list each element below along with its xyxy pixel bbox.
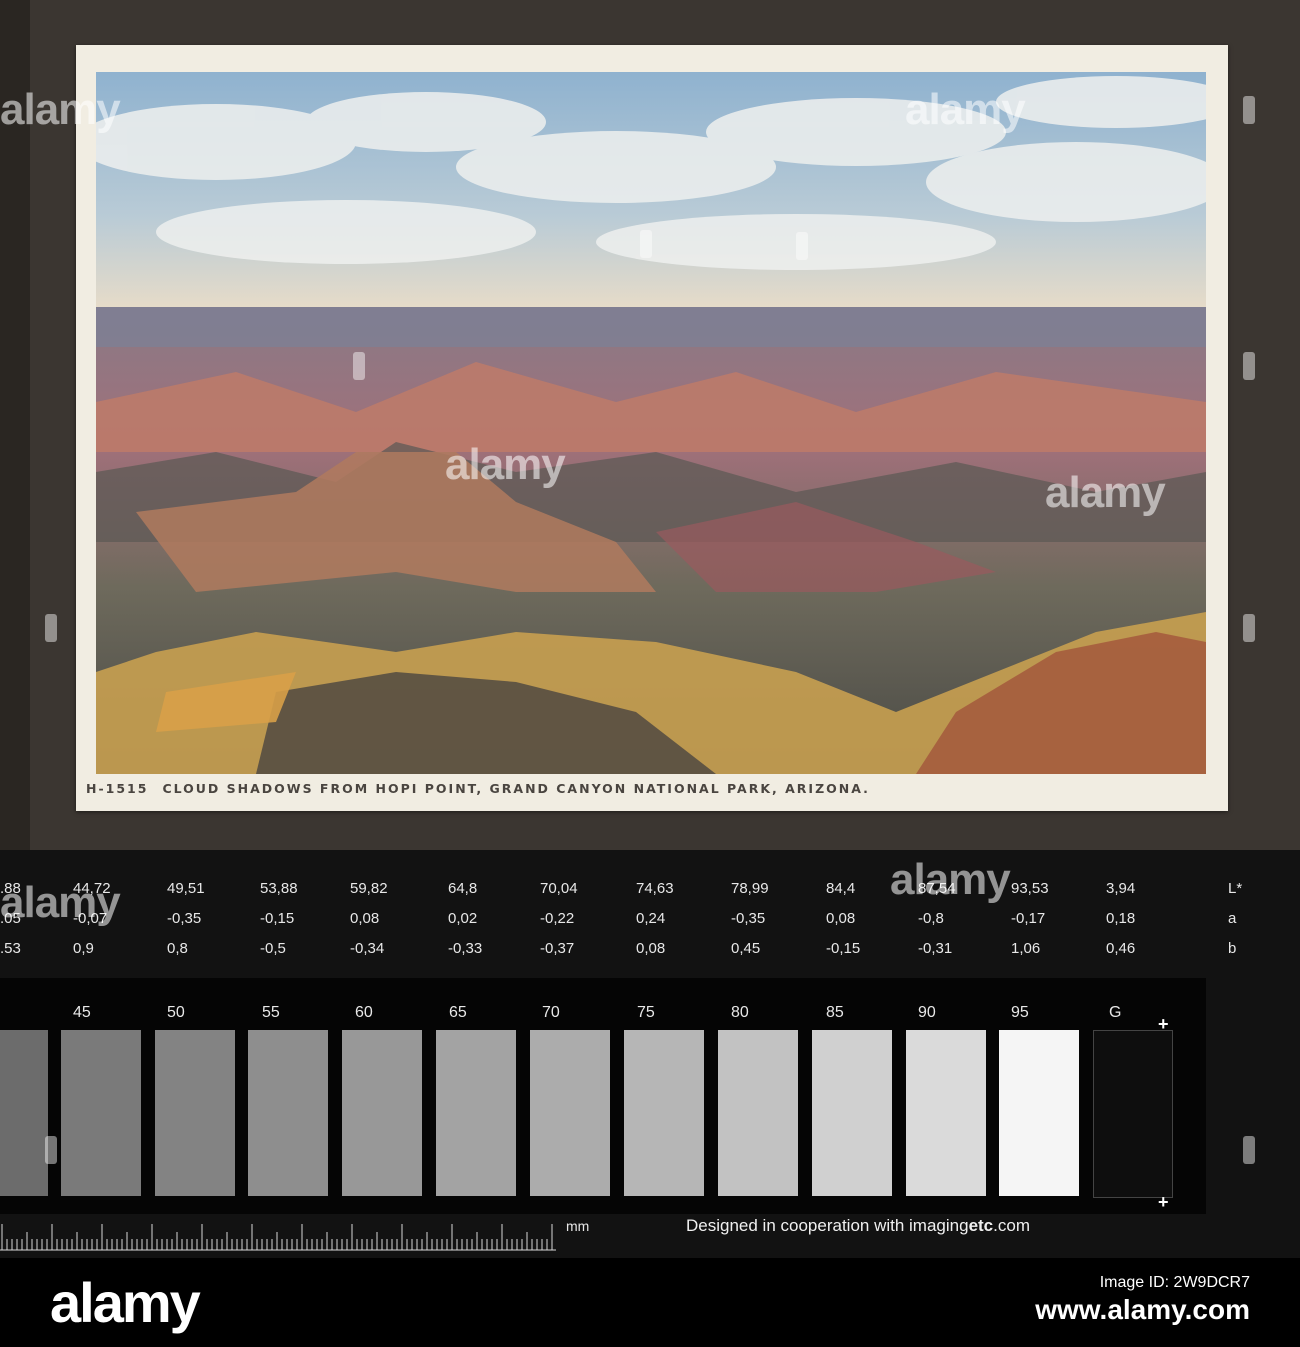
watermark-mark bbox=[1243, 96, 1255, 124]
lab-value: 0,8 bbox=[167, 940, 188, 957]
album-page: H-1515 CLOUD SHADOWS FROM HOPI POINT, GRA… bbox=[0, 0, 1300, 850]
lab-row-label: b bbox=[1228, 940, 1237, 957]
lab-value: 0,08 bbox=[636, 940, 666, 957]
lab-value: .53 bbox=[0, 940, 21, 957]
watermark-text: alamy bbox=[445, 440, 566, 489]
scale-label: 55 bbox=[262, 1004, 280, 1021]
gray-patch bbox=[812, 1030, 892, 1196]
image-id-block: Image ID: 2W9DCR7 www.alamy.com bbox=[930, 1274, 1250, 1326]
lab-row-b: .53 0,9 0,8 -0,5 -0,34 -0,33 -0,37 0,08 0,45 -0,1… bbox=[0, 940, 1300, 964]
postcard-caption: H-1515 CLOUD SHADOWS FROM HOPI POINT, GRA… bbox=[86, 781, 1216, 796]
gray-patch bbox=[624, 1030, 704, 1196]
lab-value: 1,06 bbox=[1011, 940, 1041, 957]
lab-value: 93,53 bbox=[1011, 880, 1049, 897]
credit-bold: etc bbox=[968, 1216, 994, 1235]
watermark-mark bbox=[353, 352, 365, 380]
lab-row-a: .05 -0,07 -0,35 -0,15 0,08 0,02 -0,22 0,24 -0,35… bbox=[0, 910, 1300, 934]
lab-value: -0,5 bbox=[260, 940, 286, 957]
lab-value: -0,15 bbox=[260, 910, 295, 927]
gray-patch bbox=[61, 1030, 141, 1196]
scale-label: 50 bbox=[167, 1004, 185, 1021]
scale-label: 90 bbox=[918, 1004, 936, 1021]
gray-patch bbox=[999, 1030, 1079, 1196]
registration-mark: + bbox=[1158, 1014, 1169, 1034]
lab-value: -0,33 bbox=[448, 940, 483, 957]
lab-value: -0,34 bbox=[350, 940, 385, 957]
mm-ruler bbox=[0, 1224, 556, 1251]
scale-label: G bbox=[1109, 1004, 1122, 1021]
postcard-code: H-1515 bbox=[86, 781, 149, 796]
gray-patch bbox=[0, 1030, 48, 1196]
postcard: H-1515 CLOUD SHADOWS FROM HOPI POINT, GRA… bbox=[76, 45, 1228, 811]
gray-patch bbox=[906, 1030, 986, 1196]
watermark-mark bbox=[1243, 1136, 1255, 1164]
watermark-mark bbox=[1243, 352, 1255, 380]
postcard-title: CLOUD SHADOWS FROM HOPI POINT, GRAND CAN… bbox=[162, 781, 870, 796]
scale-label: 95 bbox=[1011, 1004, 1029, 1021]
watermark-text: alamy bbox=[1045, 468, 1166, 517]
lab-value: -0,8 bbox=[918, 910, 944, 927]
lab-value: 64,8 bbox=[448, 880, 478, 897]
scale-label: 60 bbox=[355, 1004, 373, 1021]
watermark-text: alamy bbox=[0, 85, 121, 134]
gray-patch bbox=[1093, 1030, 1173, 1198]
lab-row-label: a bbox=[1228, 910, 1237, 927]
scale-label: 75 bbox=[637, 1004, 655, 1021]
canyon-illustration bbox=[96, 72, 1206, 774]
site-url[interactable]: www.alamy.com bbox=[930, 1294, 1250, 1326]
lab-value: -0,35 bbox=[731, 910, 766, 927]
lab-value: 78,99 bbox=[731, 880, 769, 897]
footer-brand[interactable]: alamy bbox=[50, 1270, 201, 1335]
watermark-mark bbox=[640, 230, 652, 258]
lab-value: -0,37 bbox=[540, 940, 575, 957]
lab-value: 53,88 bbox=[260, 880, 298, 897]
canyon-photo bbox=[96, 72, 1206, 774]
lab-value: -0,22 bbox=[540, 910, 575, 927]
watermark-mark bbox=[45, 614, 57, 642]
scale-label: 70 bbox=[542, 1004, 560, 1021]
lab-value: 74,63 bbox=[636, 880, 674, 897]
gray-patch bbox=[436, 1030, 516, 1196]
lab-value: 3,94 bbox=[1106, 880, 1136, 897]
image-id-text: Image ID: 2W9DCR7 bbox=[1099, 1274, 1250, 1291]
watermark-text: alamy bbox=[890, 855, 1011, 904]
lab-value: -0,15 bbox=[826, 940, 861, 957]
ruler-unit: mm bbox=[566, 1218, 590, 1234]
lab-value: 0,02 bbox=[448, 910, 478, 927]
watermark-mark bbox=[1243, 614, 1255, 642]
lab-value: 70,04 bbox=[540, 880, 578, 897]
gray-patch bbox=[155, 1030, 235, 1196]
credit-prefix: Designed in cooperation with imaging bbox=[686, 1216, 969, 1235]
gray-patch bbox=[530, 1030, 610, 1196]
lab-row-label: L* bbox=[1228, 880, 1243, 897]
watermark-mark bbox=[796, 232, 808, 260]
gray-patch bbox=[342, 1030, 422, 1196]
gray-patch bbox=[718, 1030, 798, 1196]
registration-mark: + bbox=[1158, 1192, 1169, 1212]
watermark-mark bbox=[45, 1136, 57, 1164]
lab-value: -0,35 bbox=[167, 910, 202, 927]
target-credit: Designed in cooperation with imagingetc.… bbox=[686, 1216, 1030, 1236]
lab-row-L: .88 44,72 49,51 53,88 59,82 64,8 70,04 74,63 78,… bbox=[0, 880, 1300, 904]
lab-value: 0,08 bbox=[826, 910, 856, 927]
scale-label: 80 bbox=[731, 1004, 749, 1021]
lab-value: 0,18 bbox=[1106, 910, 1136, 927]
lab-value: 49,51 bbox=[167, 880, 205, 897]
lab-value: 59,82 bbox=[350, 880, 388, 897]
lab-value: 0,9 bbox=[73, 940, 94, 957]
scale-label: 45 bbox=[73, 1004, 91, 1021]
credit-suffix: .com bbox=[993, 1216, 1030, 1235]
lab-value: -0,31 bbox=[918, 940, 953, 957]
lab-value: 0,45 bbox=[731, 940, 761, 957]
lab-value: 0,24 bbox=[636, 910, 666, 927]
lab-value: 84,4 bbox=[826, 880, 856, 897]
lab-value: -0,17 bbox=[1011, 910, 1046, 927]
scale-label: 85 bbox=[826, 1004, 844, 1021]
gray-patch bbox=[248, 1030, 328, 1196]
lab-value: 0,46 bbox=[1106, 940, 1136, 957]
scale-label: 65 bbox=[449, 1004, 467, 1021]
watermark-text: alamy bbox=[0, 878, 121, 927]
watermark-text: alamy bbox=[905, 85, 1026, 134]
lab-value: 0,08 bbox=[350, 910, 380, 927]
